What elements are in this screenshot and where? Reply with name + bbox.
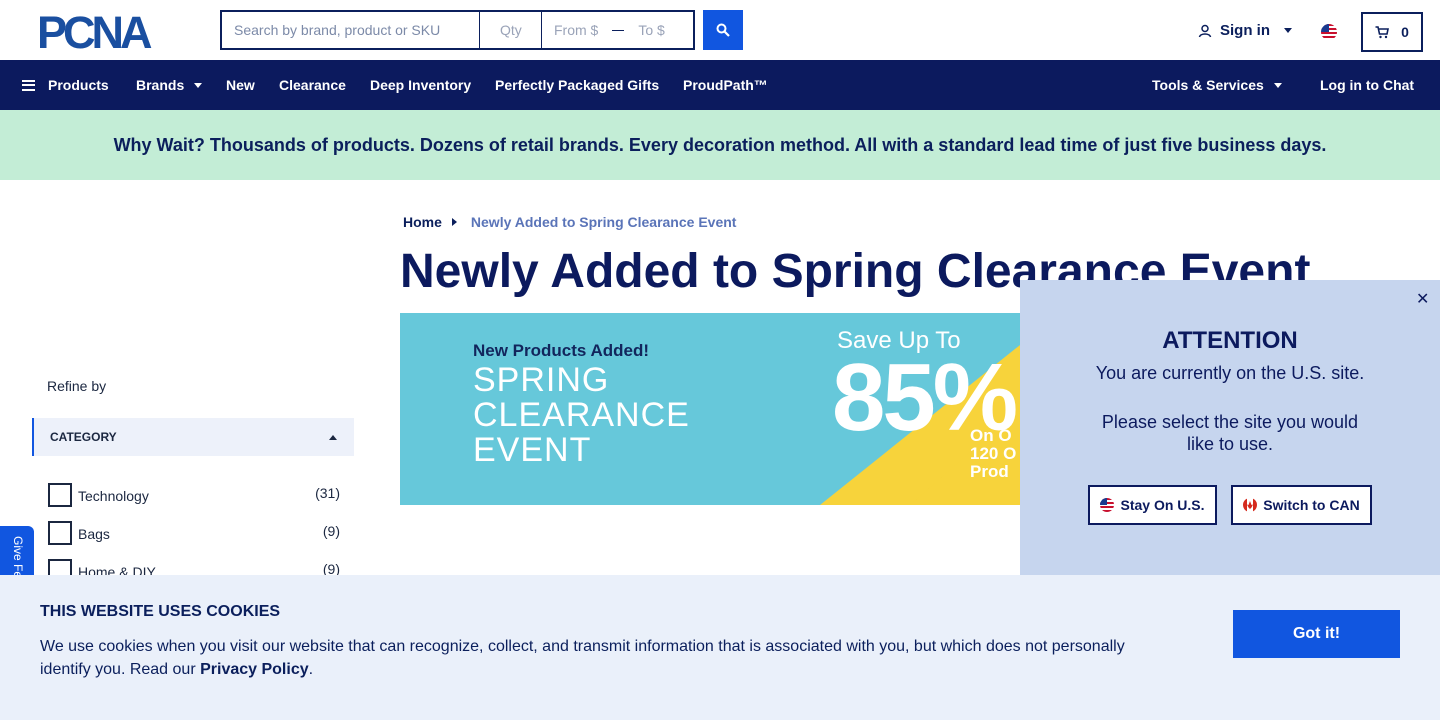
hero-on-line-3: Prod <box>970 462 1009 481</box>
category-filter-toggle[interactable]: CATEGORY <box>32 418 354 456</box>
refine-by-label: Refine by <box>47 378 107 394</box>
hero-on-line-1: On O <box>970 426 1012 445</box>
chevron-down-icon <box>1284 28 1292 33</box>
cart-icon <box>1375 25 1390 38</box>
nav-brands[interactable]: Brands <box>136 60 203 110</box>
site-select-modal: ✕ ATTENTION You are currently on the U.S… <box>1020 280 1440 580</box>
cookie-suffix: . <box>308 661 314 678</box>
price-range: From $ To $ <box>542 12 693 48</box>
category-checkbox[interactable] <box>48 521 72 545</box>
hero-on-text: On O 120 O Prod <box>970 427 1016 481</box>
switch-to-can-label: Switch to CAN <box>1263 497 1360 513</box>
nav-products-label: Products <box>48 77 109 93</box>
nav-clearance[interactable]: Clearance <box>279 60 346 110</box>
nav-brands-label: Brands <box>136 77 185 93</box>
switch-to-can-button[interactable]: Switch to CAN <box>1231 485 1372 525</box>
hero-line-2: CLEARANCE <box>473 396 690 434</box>
category-option[interactable]: Technology (31) <box>48 483 340 507</box>
main-nav: Products Brands New Clearance Deep Inven… <box>0 60 1440 110</box>
search-icon <box>716 23 730 37</box>
sign-in-label: Sign in <box>1220 22 1270 39</box>
hero-line-1: SPRING <box>473 361 610 399</box>
us-flag-icon <box>1100 498 1115 512</box>
modal-title: ATTENTION <box>1162 327 1298 354</box>
nav-new[interactable]: New <box>226 60 255 110</box>
breadcrumb: Home Newly Added to Spring Clearance Eve… <box>403 214 736 230</box>
log-in-to-chat-link[interactable]: Log in to Chat <box>1320 60 1414 110</box>
promo-text: Why Wait? Thousands of products. Dozens … <box>113 134 1327 155</box>
cookie-title: THIS WEBSITE USES COOKIES <box>40 603 281 620</box>
category-count: (9) <box>322 523 340 539</box>
close-icon[interactable]: ✕ <box>1416 289 1429 309</box>
cart-button[interactable]: 0 <box>1361 12 1423 52</box>
feedback-label: Give Fe <box>11 536 25 579</box>
chevron-down-icon <box>1273 82 1282 88</box>
hero-subtitle: New Products Added! <box>473 341 649 360</box>
search-form: Search by brand, product or SKU Qty From… <box>220 10 695 50</box>
canada-flag-icon <box>1243 498 1258 512</box>
logo-text: PCNA <box>37 12 152 52</box>
category-heading: CATEGORY <box>50 430 117 444</box>
nav-products[interactable]: Products <box>22 60 109 110</box>
chevron-down-icon <box>194 82 203 88</box>
category-checkbox[interactable] <box>48 483 72 507</box>
breadcrumb-current: Newly Added to Spring Clearance Event <box>470 214 737 230</box>
search-input[interactable]: Search by brand, product or SKU <box>222 12 480 48</box>
qty-input[interactable]: Qty <box>480 12 542 48</box>
price-from-input[interactable]: From $ <box>554 22 598 38</box>
cookie-text: We use cookies when you visit our websit… <box>40 635 1160 681</box>
stay-on-us-label: Stay On U.S. <box>1120 497 1205 513</box>
search-button[interactable] <box>703 10 743 50</box>
category-option[interactable]: Bags (9) <box>48 521 340 545</box>
promo-banner: Why Wait? Thousands of products. Dozens … <box>0 110 1440 180</box>
hero-headline: SPRING CLEARANCE EVENT <box>473 363 690 468</box>
privacy-policy-link[interactable]: Privacy Policy <box>200 661 309 678</box>
site-header: PCNA Search by brand, product or SKU Qty… <box>0 0 1440 60</box>
modal-instruction-line-1: Please select the site you would <box>1101 412 1359 432</box>
price-to-input[interactable]: To $ <box>638 22 664 38</box>
menu-icon <box>22 79 35 91</box>
chevron-up-icon <box>329 435 337 440</box>
nav-proudpath[interactable]: ProudPath™ <box>683 60 768 110</box>
modal-current-site-text: You are currently on the U.S. site. <box>1095 363 1365 383</box>
sign-in-menu[interactable]: Sign in <box>1198 22 1292 39</box>
nav-tools-services[interactable]: Tools & Services <box>1152 60 1282 110</box>
hero-line-3: EVENT <box>473 431 592 469</box>
user-icon <box>1198 24 1212 37</box>
nav-tools-label: Tools & Services <box>1152 77 1264 93</box>
range-dash <box>612 29 625 31</box>
chevron-right-icon <box>451 218 457 226</box>
nav-perfectly-packaged-gifts[interactable]: Perfectly Packaged Gifts <box>495 60 659 110</box>
category-label: Technology <box>78 488 149 504</box>
us-flag-icon[interactable] <box>1321 24 1337 40</box>
category-label: Bags <box>78 526 110 542</box>
stay-on-us-button[interactable]: Stay On U.S. <box>1088 485 1217 525</box>
cookie-consent-bar: THIS WEBSITE USES COOKIES We use cookies… <box>0 575 1440 720</box>
category-count: (31) <box>315 485 340 501</box>
cookie-accept-button[interactable]: Got it! <box>1233 610 1400 658</box>
modal-instruction-line-2: like to use. <box>1186 434 1274 454</box>
hero-on-line-2: 120 O <box>970 444 1017 463</box>
cart-count: 0 <box>1401 24 1409 40</box>
nav-deep-inventory[interactable]: Deep Inventory <box>370 60 471 110</box>
pcna-logo[interactable]: PCNA <box>37 12 185 52</box>
give-feedback-tab[interactable]: Give Fe <box>0 526 34 580</box>
hero-banner[interactable]: New Products Added! SPRING CLEARANCE EVE… <box>400 313 1060 505</box>
breadcrumb-home[interactable]: Home <box>403 214 442 230</box>
